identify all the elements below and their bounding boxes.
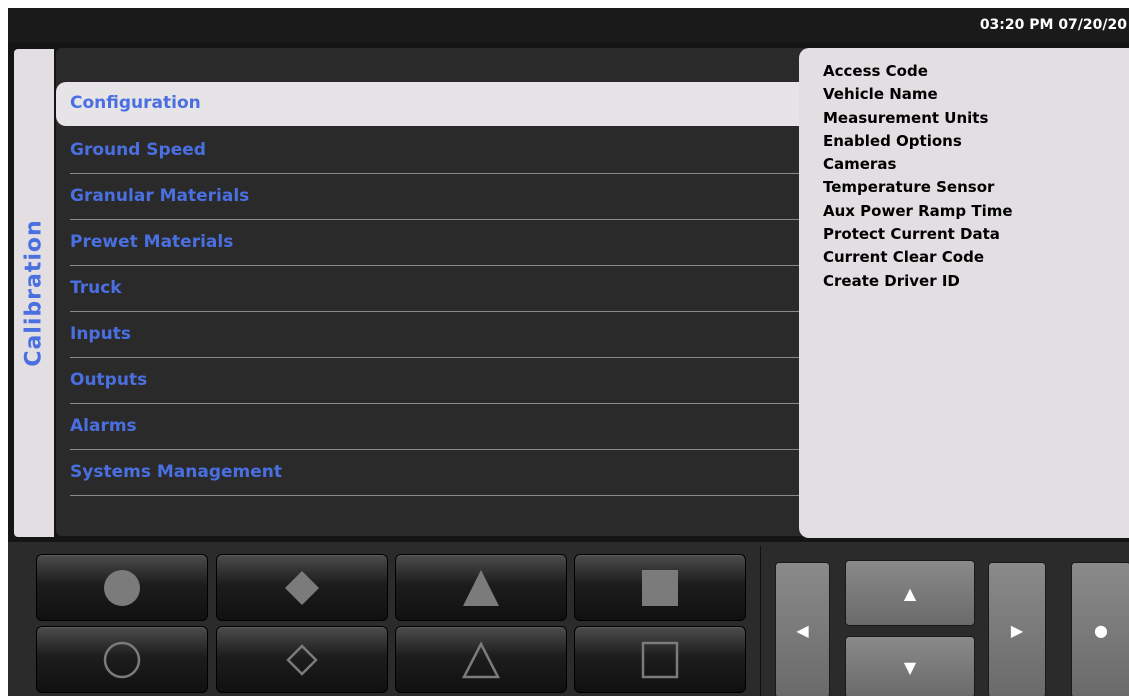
menu-item-label: Configuration: [70, 93, 201, 113]
filled-square-icon: [642, 569, 678, 606]
menu-area: Configuration Ground Speed Granular Mate…: [56, 48, 816, 536]
submenu-item-temperature-sensor[interactable]: Temperature Sensor: [823, 176, 1013, 199]
menu-item-alarms[interactable]: Alarms: [56, 404, 816, 450]
menu-item-truck[interactable]: Truck: [56, 266, 816, 312]
filled-triangle-button[interactable]: [395, 554, 567, 621]
outline-diamond-button[interactable]: [216, 626, 388, 693]
outline-triangle-icon: [461, 640, 501, 678]
right-arrow-icon: ▶: [1010, 620, 1024, 640]
main-panel: Calibration Configuration Ground Speed G…: [8, 42, 1129, 542]
menu-divider: [70, 495, 816, 496]
menu-item-inputs[interactable]: Inputs: [56, 312, 816, 358]
filled-triangle-icon: [463, 569, 499, 606]
panel-separator: [760, 546, 761, 696]
submenu-item-cameras[interactable]: Cameras: [823, 153, 1013, 176]
outline-square-button[interactable]: [574, 626, 746, 693]
submenu-item-create-driver-id[interactable]: Create Driver ID: [823, 270, 1013, 293]
clock: 03:20 PM 07/20/20: [979, 17, 1127, 33]
menu-item-outputs[interactable]: Outputs: [56, 358, 816, 404]
menu-item-label: Ground Speed: [70, 140, 206, 160]
down-arrow-button[interactable]: ▼: [845, 636, 975, 696]
up-arrow-icon: ▲: [903, 583, 917, 603]
filled-circle-icon: [104, 569, 140, 606]
submenu-item-aux-power-ramp-time[interactable]: Aux Power Ramp Time: [823, 200, 1013, 223]
filled-square-button[interactable]: [574, 554, 746, 621]
menu-item-label: Outputs: [70, 370, 148, 390]
submenu-item-enabled-options[interactable]: Enabled Options: [823, 130, 1013, 153]
calibration-tab[interactable]: Calibration: [14, 49, 54, 537]
filled-circle-button[interactable]: [36, 554, 208, 621]
device-screen: 03:20 PM 07/20/20 Calibration Configurat…: [8, 8, 1129, 696]
menu-item-systems-management[interactable]: Systems Management: [56, 450, 816, 496]
menu-item-prewet-materials[interactable]: Prewet Materials: [56, 220, 816, 266]
calibration-menu: Configuration Ground Speed Granular Mate…: [56, 82, 816, 496]
outline-circle-icon: [103, 641, 141, 678]
configuration-submenu: Access Code Vehicle Name Measurement Uni…: [799, 48, 1129, 538]
submenu-item-current-clear-code[interactable]: Current Clear Code: [823, 246, 1013, 269]
submenu-item-measurement-units[interactable]: Measurement Units: [823, 107, 1013, 130]
filled-diamond-button[interactable]: [216, 554, 388, 621]
select-button[interactable]: ●: [1071, 562, 1129, 696]
down-arrow-icon: ▼: [903, 657, 917, 677]
submenu-item-access-code[interactable]: Access Code: [823, 60, 1013, 83]
outline-triangle-button[interactable]: [395, 626, 567, 693]
menu-item-label: Inputs: [70, 324, 131, 344]
outline-square-icon: [641, 641, 679, 678]
menu-item-label: Prewet Materials: [70, 232, 234, 252]
left-arrow-button[interactable]: ◀: [775, 562, 830, 696]
menu-item-label: Alarms: [70, 416, 137, 436]
control-panel: ◀ ▲ ▼ ▶ ●: [8, 542, 1129, 696]
filled-diamond-icon: [285, 570, 319, 605]
outline-diamond-icon: [286, 643, 318, 676]
submenu-item-vehicle-name[interactable]: Vehicle Name: [823, 83, 1013, 106]
menu-item-ground-speed[interactable]: Ground Speed: [56, 128, 816, 174]
select-dot-icon: ●: [1094, 620, 1108, 640]
outline-circle-button[interactable]: [36, 626, 208, 693]
right-arrow-button[interactable]: ▶: [988, 562, 1046, 696]
menu-item-label: Systems Management: [70, 462, 282, 482]
submenu-item-protect-current-data[interactable]: Protect Current Data: [823, 223, 1013, 246]
menu-item-label: Truck: [70, 278, 122, 298]
menu-item-label: Granular Materials: [70, 186, 250, 206]
left-arrow-icon: ◀: [796, 620, 809, 640]
up-arrow-button[interactable]: ▲: [845, 560, 975, 626]
menu-item-configuration[interactable]: Configuration: [56, 82, 816, 126]
menu-item-granular-materials[interactable]: Granular Materials: [56, 174, 816, 220]
calibration-tab-label: Calibration: [21, 219, 47, 367]
status-bar: 03:20 PM 07/20/20: [8, 8, 1129, 42]
